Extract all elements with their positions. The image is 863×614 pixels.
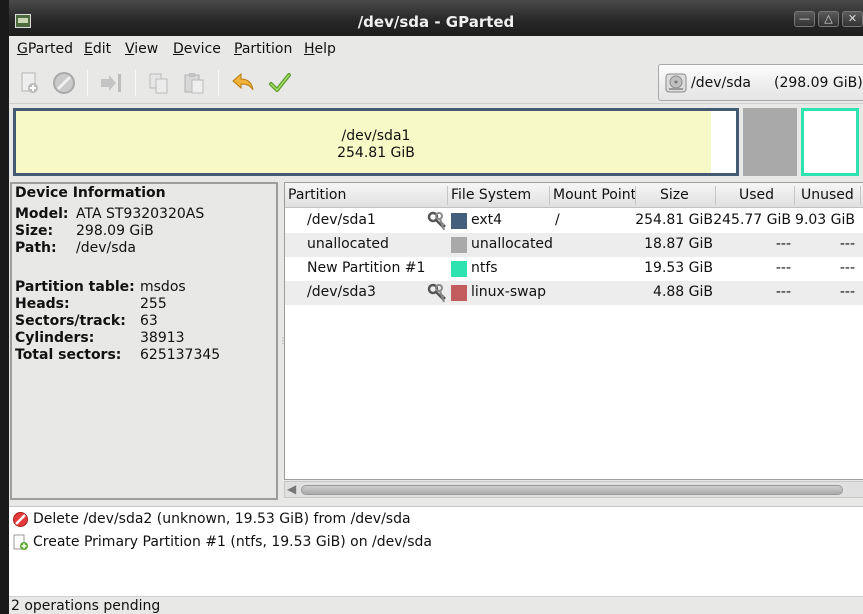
status-bar: 2 operations pending (9, 596, 863, 614)
table-row[interactable]: unallocated unallocated 18.87 GiB --- --… (285, 233, 863, 257)
cell-size: 18.87 GiB (644, 236, 713, 252)
device-size: (298.09 GiB) (774, 75, 863, 91)
resize-move-icon[interactable] (98, 70, 124, 96)
column-header-unused[interactable]: Unused (801, 187, 854, 203)
table-row[interactable]: /dev/sda1 ext4 / 254.81 GiB 245.77 GiB 9… (285, 209, 863, 233)
partition-block-new-partition[interactable] (801, 108, 859, 176)
maximize-icon[interactable]: △ (818, 11, 839, 27)
menu-device[interactable]: Device (173, 41, 221, 57)
status-text: 2 operations pending (11, 598, 161, 614)
device-selector[interactable]: /dev/sda (298.09 GiB) (658, 64, 863, 101)
column-header-used[interactable]: Used (739, 187, 774, 203)
partition-block-size: 254.81 GiB (337, 145, 415, 161)
menu-help[interactable]: Help (304, 41, 336, 57)
hard-disk-icon (664, 72, 688, 94)
delete-icon[interactable] (51, 70, 77, 96)
device-info-heading: Device Information (15, 185, 166, 201)
new-partition-icon[interactable] (16, 70, 42, 96)
partition-list: Partition File System Mount Point Size U… (284, 182, 863, 480)
cell-partition: /dev/sda3 (307, 284, 376, 300)
column-header-partition[interactable]: Partition (288, 187, 346, 203)
table-row[interactable]: /dev/sda3 linux-swap 4.88 GiB --- --- (285, 281, 863, 305)
fs-color-swatch (451, 237, 467, 253)
cell-unused: --- (839, 284, 855, 300)
device-information-panel: Device Information Model: ATA ST9320320AS… (10, 182, 278, 500)
table-row[interactable]: New Partition #1 ntfs 19.53 GiB --- --- (285, 257, 863, 281)
cell-used: 245.77 GiB (713, 212, 791, 228)
toolbar: /dev/sda (298.09 GiB) (9, 62, 863, 104)
menubar: GParted Edit View Device Partition Help (9, 36, 863, 62)
paste-icon[interactable] (181, 70, 207, 96)
operation-text: Create Primary Partition #1 (ntfs, 19.53… (33, 534, 432, 550)
menu-edit[interactable]: Edit (84, 41, 111, 57)
lock-key-icon (426, 210, 448, 232)
cell-size: 4.88 GiB (653, 284, 713, 300)
disk-graphic: /dev/sda1 254.81 GiB (9, 104, 863, 180)
new-partition-icon (12, 534, 29, 551)
close-icon[interactable]: ✕ (842, 11, 863, 27)
delete-icon (12, 511, 29, 528)
partition-block-name: /dev/sda1 (341, 128, 411, 144)
pending-operations-list: Delete /dev/sda2 (unknown, 19.53 GiB) fr… (9, 506, 863, 596)
lock-key-icon (426, 282, 448, 304)
window-title: /dev/sda - GParted (357, 13, 515, 31)
cell-filesystem: ext4 (471, 212, 503, 228)
column-header-filesystem[interactable]: File System (451, 187, 531, 203)
scroll-left-icon[interactable]: ◀ (287, 482, 296, 496)
apply-icon[interactable] (267, 70, 293, 96)
cell-size: 19.53 GiB (644, 260, 713, 276)
cell-size: 254.81 GiB (635, 212, 713, 228)
pane-resize-handle[interactable]: ⋮ (279, 336, 287, 345)
cell-used: --- (775, 236, 791, 252)
column-header-size[interactable]: Size (660, 187, 689, 203)
gparted-window: /dev/sda - GParted — △ ✕ GParted Edit Vi… (9, 0, 863, 614)
cell-filesystem: unallocated (471, 236, 553, 252)
copy-icon[interactable] (146, 70, 172, 96)
cell-unused: 9.03 GiB (795, 212, 855, 228)
column-header-mount-point[interactable]: Mount Point (553, 187, 636, 203)
cell-partition: /dev/sda1 (307, 212, 376, 228)
menu-partition[interactable]: Partition (234, 41, 292, 57)
title-bar: /dev/sda - GParted — △ ✕ (9, 0, 863, 36)
cell-used: --- (775, 284, 791, 300)
fs-color-swatch (451, 213, 467, 229)
toolbar-separator (218, 70, 219, 96)
menu-view[interactable]: View (125, 41, 158, 57)
cell-used: --- (775, 260, 791, 276)
fs-color-swatch (451, 261, 467, 277)
cell-unused: --- (839, 260, 855, 276)
toolbar-separator (87, 70, 88, 96)
minimize-icon[interactable]: — (794, 11, 815, 27)
cell-mount-point: / (555, 212, 560, 228)
horizontal-scrollbar[interactable]: ◀ (284, 481, 863, 498)
cell-filesystem: linux-swap (471, 284, 547, 300)
cell-unused: --- (839, 236, 855, 252)
menu-gparted[interactable]: GParted (17, 41, 73, 57)
cell-partition: New Partition #1 (307, 260, 426, 276)
fs-color-swatch (451, 285, 467, 301)
operation-text: Delete /dev/sda2 (unknown, 19.53 GiB) fr… (33, 511, 411, 527)
toolbar-separator (135, 70, 136, 96)
partition-block-unallocated[interactable] (743, 108, 797, 176)
device-name: /dev/sda (691, 75, 751, 91)
scrollbar-thumb[interactable] (301, 485, 843, 495)
cell-filesystem: ntfs (471, 260, 498, 276)
undo-icon[interactable] (230, 70, 256, 96)
cell-partition: unallocated (307, 236, 389, 252)
partition-block-sda1[interactable]: /dev/sda1 254.81 GiB (13, 108, 739, 176)
partition-list-header: Partition File System Mount Point Size U… (285, 183, 863, 208)
